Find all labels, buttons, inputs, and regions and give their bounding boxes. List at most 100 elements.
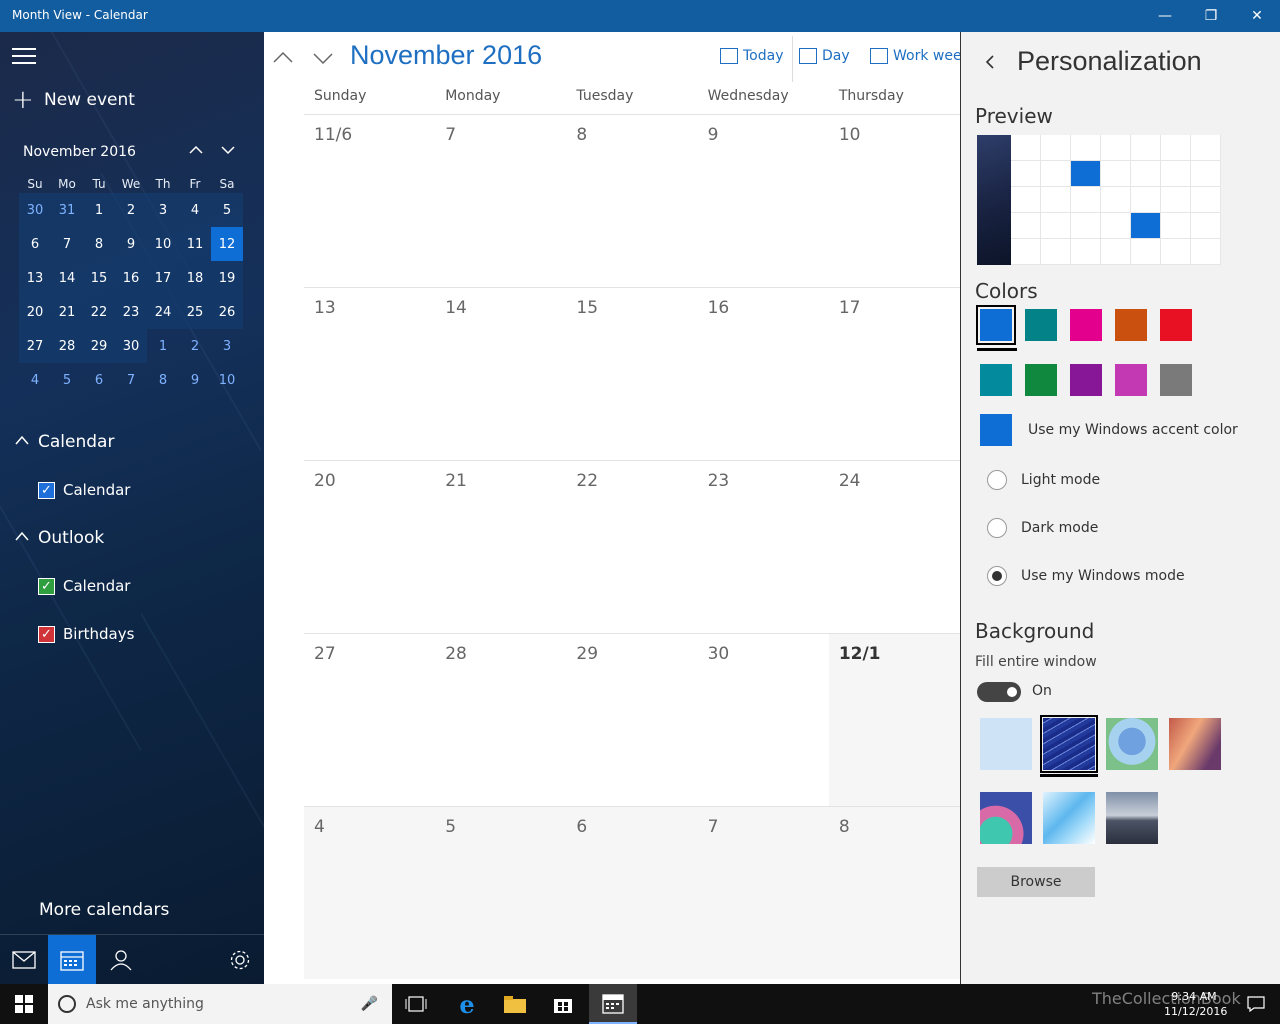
- windows-accent-option[interactable]: Use my Windows accent color: [980, 414, 1238, 446]
- day-cell[interactable]: 5: [435, 807, 567, 979]
- mail-button[interactable]: [0, 935, 48, 984]
- people-button[interactable]: [96, 935, 144, 984]
- mini-day-cell[interactable]: 3: [211, 329, 243, 363]
- background-thumb-starlines[interactable]: [1040, 715, 1098, 773]
- mini-day-cell[interactable]: 2: [179, 329, 211, 363]
- start-button[interactable]: [0, 984, 48, 1024]
- settings-button[interactable]: [216, 935, 264, 984]
- day-cell[interactable]: 21: [435, 461, 566, 633]
- mini-day-cell[interactable]: 5: [51, 363, 83, 397]
- more-calendars-link[interactable]: More calendars: [39, 900, 169, 920]
- color-swatch[interactable]: [976, 305, 1016, 345]
- mini-day-cell[interactable]: 22: [83, 295, 115, 329]
- day-cell[interactable]: 10: [829, 115, 960, 287]
- day-cell[interactable]: 17: [829, 288, 960, 460]
- calendar-app-button[interactable]: [48, 935, 96, 984]
- mini-day-cell[interactable]: 13: [19, 261, 51, 295]
- new-event-button[interactable]: + New event: [12, 87, 135, 113]
- mini-day-cell[interactable]: 6: [19, 227, 51, 261]
- system-clock[interactable]: 9:34 AM 11/12/2016: [1164, 989, 1227, 1019]
- restore-button[interactable]: ❐: [1188, 0, 1234, 32]
- mini-day-cell[interactable]: 17: [147, 261, 179, 295]
- mini-day-cell[interactable]: 20: [19, 295, 51, 329]
- background-thumb-canyon[interactable]: [1169, 718, 1221, 770]
- day-view-button[interactable]: Day: [799, 48, 850, 64]
- calendar-taskbar-button[interactable]: [589, 984, 637, 1024]
- mini-day-cell[interactable]: 25: [179, 295, 211, 329]
- light-mode-radio[interactable]: Light mode: [987, 470, 1100, 490]
- checkbox-icon[interactable]: ✓: [38, 577, 55, 595]
- hamburger-menu-icon[interactable]: [12, 48, 36, 64]
- microphone-icon[interactable]: 🎤: [361, 996, 378, 1012]
- mini-day-cell[interactable]: 6: [83, 363, 115, 397]
- day-cell[interactable]: 20: [304, 461, 435, 633]
- mini-day-cell[interactable]: 8: [147, 363, 179, 397]
- day-cell[interactable]: 27: [304, 634, 435, 806]
- work-week-view-button[interactable]: Work week: [870, 48, 960, 64]
- outlook-item-calendar[interactable]: ✓ Calendar: [38, 577, 130, 595]
- mini-day-cell[interactable]: 23: [115, 295, 147, 329]
- mini-day-cell[interactable]: 26: [211, 295, 243, 329]
- mini-day-cell[interactable]: 1: [83, 193, 115, 227]
- color-swatch[interactable]: [1160, 309, 1192, 341]
- task-view-button[interactable]: [392, 984, 440, 1024]
- today-button[interactable]: Today: [720, 48, 784, 64]
- mini-day-cell[interactable]: 30: [19, 193, 51, 227]
- edge-browser-button[interactable]: e: [443, 984, 491, 1024]
- day-cell[interactable]: 7: [697, 807, 829, 979]
- day-cell[interactable]: 14: [435, 288, 566, 460]
- mini-day-cell[interactable]: 5: [211, 193, 243, 227]
- mini-day-cell[interactable]: 16: [115, 261, 147, 295]
- minimize-button[interactable]: —: [1142, 0, 1188, 32]
- day-cell[interactable]: 28: [435, 634, 566, 806]
- mini-day-cell[interactable]: 7: [115, 363, 147, 397]
- mini-day-cell[interactable]: 10: [147, 227, 179, 261]
- color-swatch[interactable]: [1070, 309, 1102, 341]
- outlook-item-birthdays[interactable]: ✓ Birthdays: [38, 625, 134, 643]
- notifications-button[interactable]: [1232, 984, 1280, 1024]
- mini-day-cell[interactable]: 7: [51, 227, 83, 261]
- day-cell[interactable]: 15: [566, 288, 697, 460]
- calendar-item-calendar[interactable]: ✓ Calendar: [38, 481, 130, 499]
- background-thumb-lake[interactable]: [1106, 792, 1158, 844]
- checkbox-icon[interactable]: ✓: [38, 625, 55, 643]
- close-button[interactable]: ✕: [1234, 0, 1280, 32]
- mini-day-cell[interactable]: 4: [19, 363, 51, 397]
- store-button[interactable]: [539, 984, 587, 1024]
- checkbox-icon[interactable]: ✓: [38, 481, 55, 499]
- day-cell[interactable]: 22: [566, 461, 697, 633]
- cortana-search-box[interactable]: Ask me anything 🎤: [48, 984, 392, 1024]
- mini-day-cell[interactable]: 14: [51, 261, 83, 295]
- background-thumb-crystal[interactable]: [1043, 792, 1095, 844]
- day-cell[interactable]: 13: [304, 288, 435, 460]
- day-cell[interactable]: 16: [698, 288, 829, 460]
- next-month-button[interactable]: [310, 46, 336, 72]
- mini-day-cell[interactable]: 24: [147, 295, 179, 329]
- color-swatch[interactable]: [1160, 364, 1192, 396]
- background-thumb-tree[interactable]: [1106, 718, 1158, 770]
- color-swatch[interactable]: [1115, 364, 1147, 396]
- mini-day-cell[interactable]: 9: [179, 363, 211, 397]
- outlook-group-header[interactable]: Outlook: [14, 528, 104, 548]
- calendar-group-header[interactable]: Calendar: [14, 432, 114, 452]
- mini-day-cell[interactable]: 21: [51, 295, 83, 329]
- day-cell[interactable]: 8: [566, 115, 697, 287]
- browse-button[interactable]: Browse: [977, 867, 1095, 897]
- day-cell[interactable]: 12/1: [828, 634, 960, 806]
- mini-day-cell[interactable]: 11: [179, 227, 211, 261]
- fill-window-toggle[interactable]: [977, 682, 1021, 702]
- mini-day-cell[interactable]: 28: [51, 329, 83, 363]
- color-swatch[interactable]: [1025, 309, 1057, 341]
- mini-next-month-button[interactable]: [218, 142, 238, 162]
- mini-day-cell[interactable]: 9: [115, 227, 147, 261]
- day-cell[interactable]: 8: [828, 807, 960, 979]
- day-cell[interactable]: 29: [566, 634, 697, 806]
- color-swatch[interactable]: [1115, 309, 1147, 341]
- mini-day-cell[interactable]: 19: [211, 261, 243, 295]
- day-cell[interactable]: 9: [698, 115, 829, 287]
- prev-month-button[interactable]: [270, 46, 296, 72]
- mini-day-cell[interactable]: 10: [211, 363, 243, 397]
- mini-day-cell[interactable]: 1: [147, 329, 179, 363]
- mini-day-cell[interactable]: 18: [179, 261, 211, 295]
- mini-day-cell[interactable]: 27: [19, 329, 51, 363]
